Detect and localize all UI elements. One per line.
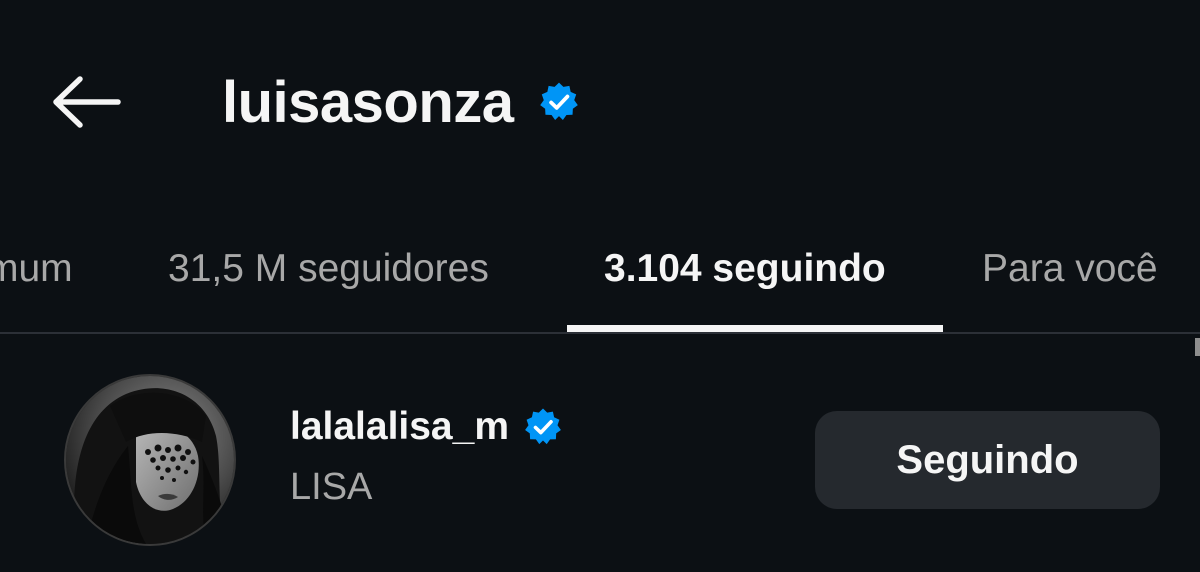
tab-label: mum — [0, 247, 73, 290]
tab-label: 3.104 seguindo — [604, 247, 886, 290]
tab-followers[interactable]: 31,5 M seguidores — [168, 210, 489, 328]
back-button[interactable] — [44, 64, 128, 140]
scrollbar[interactable] — [1195, 338, 1200, 356]
avatar[interactable] — [64, 374, 236, 546]
page-title: luisasonza — [222, 64, 580, 140]
list-item-username[interactable]: lalalalisa_m — [290, 402, 563, 452]
tab-label: Para você — [982, 247, 1158, 290]
username-text: lalalalisa_m — [290, 405, 509, 448]
profile-photo — [66, 376, 234, 544]
arrow-left-icon — [53, 76, 121, 128]
profile-header: luisasonza — [0, 0, 1200, 200]
tab-for-you[interactable]: Para você — [982, 210, 1158, 328]
verified-badge-icon — [523, 407, 563, 447]
verified-badge-icon — [538, 81, 580, 123]
profile-username: luisasonza — [222, 69, 514, 135]
follow-tabs: mum 31,5 M seguidores 3.104 seguindo Par… — [0, 210, 1200, 334]
tabs-divider — [0, 332, 1200, 334]
active-tab-indicator — [567, 325, 943, 332]
list-item[interactable]: lalalalisa_m LISA Seguindo — [0, 360, 1200, 560]
tab-following[interactable]: 3.104 seguindo — [604, 210, 886, 328]
tab-label: 31,5 M seguidores — [168, 247, 489, 290]
tab-mutual[interactable]: mum — [0, 210, 73, 328]
following-button[interactable]: Seguindo — [815, 411, 1160, 509]
list-item-full-name: LISA — [290, 465, 373, 508]
